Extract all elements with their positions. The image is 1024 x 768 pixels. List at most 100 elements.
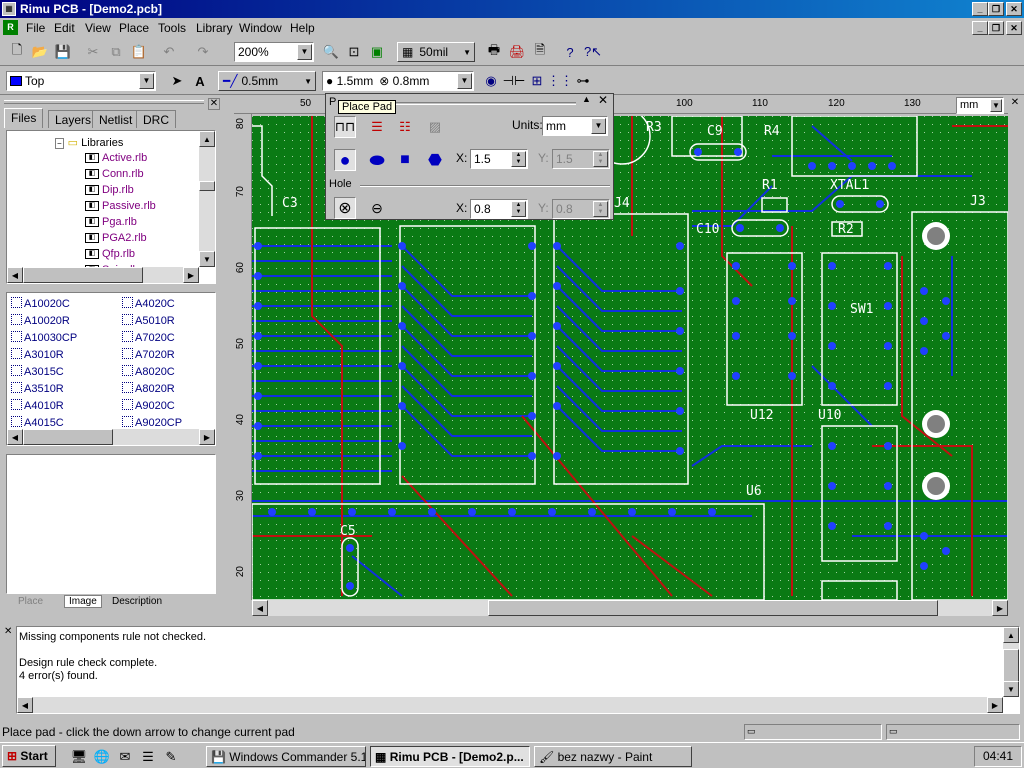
tree-hscroll[interactable]: ◀ ▶ <box>7 267 199 283</box>
undo-icon[interactable]: ↶ <box>158 41 180 63</box>
popup-grip[interactable] <box>386 102 576 105</box>
list-item[interactable]: A9020CP <box>122 416 182 429</box>
tree-item[interactable]: ◧ Pga.rlb <box>85 216 137 228</box>
round-pad-icon[interactable]: ● <box>334 149 356 171</box>
new-icon[interactable]: 🗋 <box>6 41 28 63</box>
list-item[interactable]: A7020C <box>122 331 175 344</box>
redo-icon[interactable]: ↷ <box>192 41 214 63</box>
tree-root-libraries[interactable]: − ▭ Libraries <box>55 136 123 149</box>
popup-close-icon[interactable]: ✕ <box>598 93 608 107</box>
menu-help[interactable]: Help <box>290 21 315 35</box>
layer-select[interactable]: Top ▼ <box>6 71 156 91</box>
octagon-pad-icon[interactable]: ⬣ <box>424 149 446 171</box>
close-button[interactable]: ✕ <box>1006 2 1022 16</box>
pad-y-input[interactable]: 1.5 ▲ ▼ <box>552 149 610 169</box>
task-rimu-pcb[interactable]: ▦ Rimu PCB - [Demo2.p... <box>370 746 530 767</box>
tab-layers[interactable]: Layers <box>48 110 99 128</box>
scroll-up-icon[interactable]: ▲ <box>1003 627 1019 643</box>
scroll-right-icon[interactable]: ▶ <box>199 429 215 445</box>
text-tool-icon[interactable]: A <box>189 70 211 92</box>
list-item[interactable]: A3010R <box>11 348 64 361</box>
scroll-left-icon[interactable]: ◀ <box>17 697 33 713</box>
oval-pad-icon[interactable]: ⬬ <box>366 149 388 171</box>
quicklaunch-desktop-icon[interactable]: 🖥 <box>68 746 90 768</box>
parts-list[interactable]: A10020C A10020R A10030CP A3010R A3015C A… <box>6 292 216 446</box>
board-hscroll[interactable]: ◀ ▶ <box>252 600 1008 616</box>
list-item[interactable]: A8020R <box>122 382 175 395</box>
scroll-thumb[interactable] <box>488 600 938 616</box>
tree-item[interactable]: ◧ Qfp.rlb <box>85 248 135 260</box>
tab-files[interactable]: Files <box>4 108 44 128</box>
collapse-icon[interactable]: − <box>55 138 64 149</box>
list-item[interactable]: A10030CP <box>11 331 77 344</box>
single-pad-icon[interactable]: ⊓⊓ <box>334 116 356 138</box>
open-icon[interactable]: 📂 <box>29 41 51 63</box>
slot-hole-icon[interactable]: ⊖ <box>366 197 388 219</box>
list-item[interactable]: A3015C <box>11 365 64 378</box>
save-icon[interactable]: 💾 <box>52 41 74 63</box>
menu-place[interactable]: Place <box>119 21 149 35</box>
scroll-down-icon[interactable]: ▼ <box>1003 681 1019 697</box>
doc-restore-button[interactable]: ❐ <box>988 21 1004 35</box>
pad-units-select[interactable]: mm ▼ <box>542 116 608 136</box>
route-icon[interactable]: ⊶ <box>572 70 594 92</box>
print-preview-icon[interactable]: 🗎 <box>529 41 551 63</box>
grid-select[interactable]: ▦ 50mil ▼ <box>397 42 475 62</box>
dual-row-pad-icon[interactable]: ☰ <box>366 116 388 138</box>
list-item[interactable]: A8020C <box>122 365 175 378</box>
zoom-fit-icon[interactable]: ⊡ <box>343 41 365 63</box>
tree-item[interactable]: ◧ Dip.rlb <box>85 184 134 196</box>
place-pad-icon[interactable]: ⊞ <box>526 70 548 92</box>
scroll-right-icon[interactable]: ▶ <box>183 267 199 283</box>
scroll-left-icon[interactable]: ◀ <box>252 600 268 616</box>
tab-drc[interactable]: DRC <box>136 110 176 128</box>
paste-icon[interactable]: 📋 <box>128 41 150 63</box>
board-view-icon[interactable]: ▣ <box>366 41 388 63</box>
zoom-select[interactable]: 200% ▼ <box>234 42 314 62</box>
quicklaunch-mail-icon[interactable]: ✉ <box>114 746 136 768</box>
tab-place[interactable]: Place <box>18 596 43 607</box>
panel-grip[interactable] <box>4 100 204 104</box>
tab-image[interactable]: Image <box>64 595 102 608</box>
parts-hscroll[interactable]: ◀ ▶ <box>7 429 215 445</box>
quicklaunch-notepad-icon[interactable]: ✎ <box>160 746 182 768</box>
list-item[interactable]: A4010R <box>11 399 64 412</box>
start-button[interactable]: ⊞ Start <box>2 745 56 767</box>
round-hole-icon[interactable]: ⊗ <box>334 197 356 219</box>
pad-x-input[interactable]: 1.5 ▲ ▼ <box>470 149 528 169</box>
scroll-thumb[interactable] <box>199 181 215 191</box>
message-vscroll[interactable]: ▲ ▼ <box>1003 627 1019 697</box>
list-item[interactable]: A4020C <box>122 297 175 310</box>
tab-description[interactable]: Description <box>112 596 162 607</box>
help-icon[interactable]: ? <box>559 41 581 63</box>
via-select[interactable]: ● 1.5mm ⊗ 0.8mm ▼ <box>322 71 474 91</box>
scroll-thumb[interactable] <box>23 267 143 283</box>
hole-x-input[interactable]: 0.8 ▲ ▼ <box>470 199 528 219</box>
select-arrow-icon[interactable]: ➤ <box>166 70 188 92</box>
menu-view[interactable]: View <box>85 21 111 35</box>
menu-window[interactable]: Window <box>239 21 282 35</box>
copy-icon[interactable]: ⧉ <box>105 41 127 63</box>
place-component-icon[interactable]: ⊣⊢ <box>503 70 526 92</box>
tree-item[interactable]: ◧ Passive.rlb <box>85 200 156 212</box>
square-pad-icon[interactable]: ■ <box>394 149 416 171</box>
task-windows-commander[interactable]: 💾 Windows Commander 5.11... <box>206 746 366 767</box>
hole-y-input[interactable]: 0.8 ▲ ▼ <box>552 199 610 219</box>
restore-button[interactable]: ❐ <box>988 2 1004 16</box>
list-item[interactable]: A10020R <box>11 314 70 327</box>
popup-collapse-icon[interactable]: ▲ <box>582 94 591 104</box>
doc-minimize-button[interactable]: _ <box>972 21 988 35</box>
quicklaunch-app-icon[interactable]: ☰ <box>137 746 159 768</box>
menu-tools[interactable]: Tools <box>158 21 186 35</box>
minimize-button[interactable]: _ <box>972 2 988 16</box>
track-width-select[interactable]: ━╱ 0.5mm ▼ <box>218 71 316 91</box>
task-paint[interactable]: 🖌 bez nazwy - Paint <box>534 746 692 767</box>
list-item[interactable]: A7020R <box>122 348 175 361</box>
list-item[interactable]: A3510R <box>11 382 64 395</box>
list-item[interactable]: A10020C <box>11 297 70 310</box>
print-icon[interactable]: 🖶 <box>483 41 505 63</box>
scroll-down-icon[interactable]: ▼ <box>199 251 215 267</box>
board-close-icon[interactable]: ✕ <box>1008 96 1022 110</box>
units-select[interactable]: mm ▼ <box>956 97 1004 114</box>
context-help-icon[interactable]: ?↖ <box>582 41 604 63</box>
